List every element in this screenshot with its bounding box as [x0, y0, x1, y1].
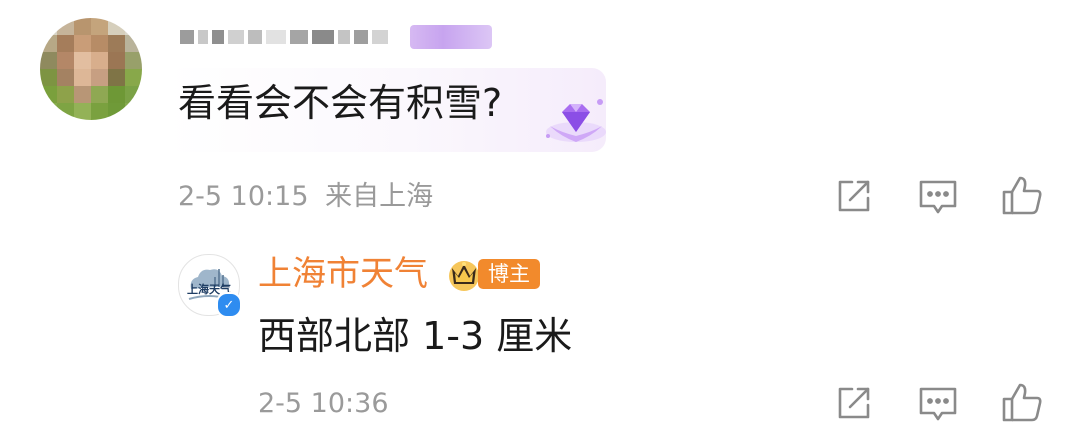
comment-icon — [919, 180, 957, 214]
comment-meta: 2-5 10:15 来自上海 — [178, 180, 433, 214]
reply-date: 2-5 10:36 — [258, 388, 389, 419]
commenter-username-blurred[interactable] — [180, 22, 492, 52]
like-button[interactable] — [1000, 174, 1044, 218]
comment-text: 看看会不会有积雪? — [178, 81, 503, 125]
reply-repost-button[interactable] — [832, 381, 876, 425]
verified-icon: ✓ — [216, 292, 242, 318]
vip-badge-blurred — [410, 25, 492, 49]
reply-like-button[interactable] — [1000, 381, 1044, 425]
thumbs-up-icon — [1002, 176, 1042, 215]
commenter-avatar[interactable] — [40, 18, 142, 120]
share-square-icon — [838, 180, 870, 212]
repost-button[interactable] — [832, 174, 876, 218]
comment-date: 2-5 10:15 — [178, 181, 309, 212]
thumbs-up-icon — [1002, 383, 1042, 422]
comment-icon — [919, 387, 957, 421]
blogger-badge: 博主 — [478, 259, 540, 289]
comment-location: 来自上海 — [325, 181, 434, 212]
reply-comment-button[interactable] — [916, 381, 960, 425]
share-square-icon — [838, 387, 870, 419]
reply-author-name[interactable]: 上海市天气 — [258, 252, 428, 296]
gem-badge-icon — [546, 99, 606, 142]
comment-button[interactable] — [916, 174, 960, 218]
reply-text: 西部北部 1-3 厘米 — [258, 314, 573, 358]
